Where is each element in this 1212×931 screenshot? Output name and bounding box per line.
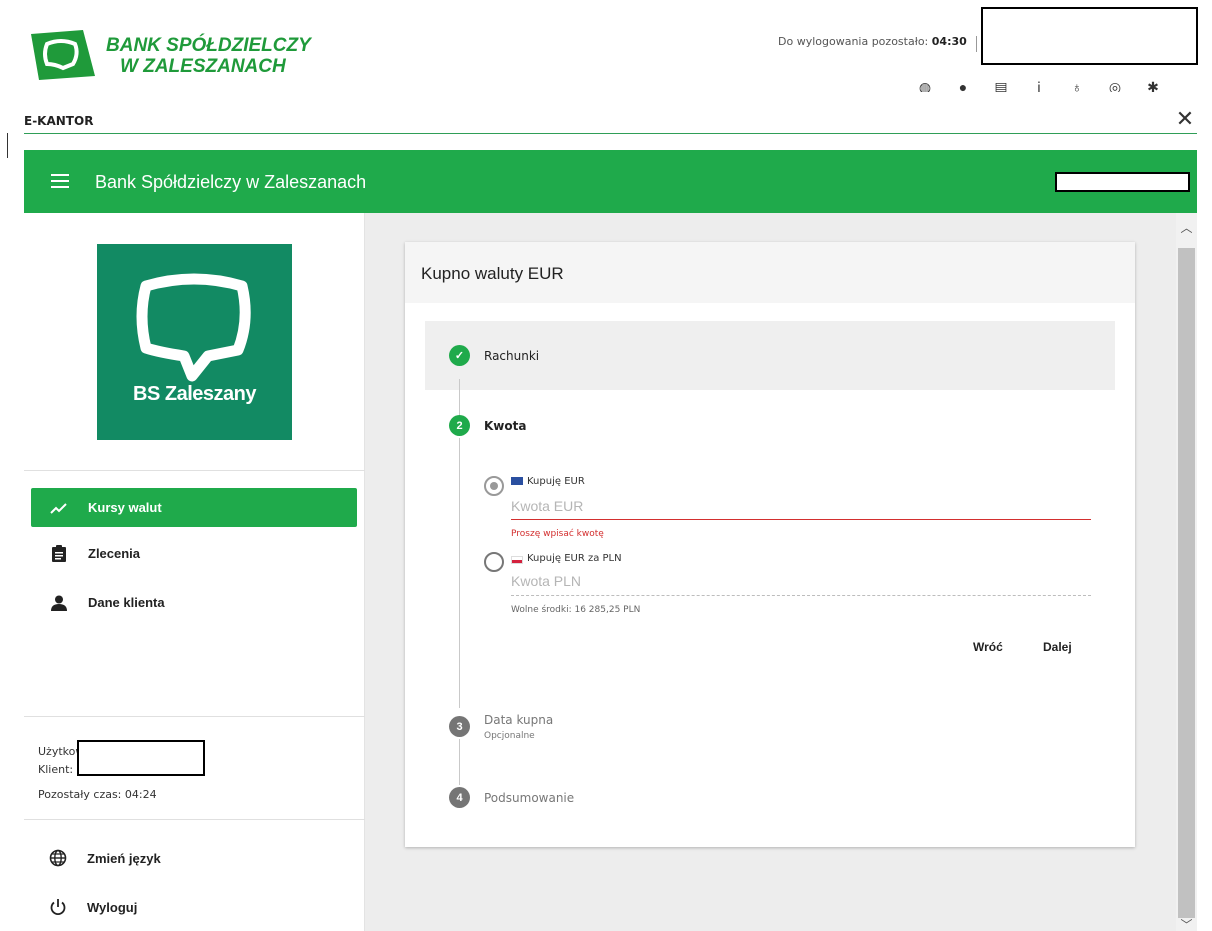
divider (24, 716, 365, 717)
help-icon[interactable]: ◎ (1108, 80, 1122, 92)
check-icon: ✓ (449, 345, 470, 366)
client-label: Klient: (38, 763, 74, 776)
globe-icon[interactable]: ◍ (918, 80, 932, 92)
pln-amount-input[interactable] (511, 569, 1091, 593)
step-number: 2 (449, 415, 470, 436)
card-header: Kupno waluty EUR (405, 242, 1135, 303)
scroll-down-icon[interactable]: ﹀ (1176, 916, 1197, 931)
eur-error-message: Proszę wpisać kwotę (511, 529, 604, 539)
bank-name-line2: W ZALESZANACH (120, 56, 286, 77)
nav-label: Zlecenia (88, 546, 141, 561)
stepper-line (459, 438, 460, 708)
divider (24, 470, 365, 471)
nav-label: Kursy walut (88, 500, 162, 515)
nav-item-kursy-walut[interactable]: Kursy walut (31, 488, 357, 527)
hamburger-menu-icon[interactable] (51, 174, 69, 188)
change-language-label: Zmień język (87, 850, 161, 866)
redacted-box (981, 7, 1198, 65)
pl-flag-icon (511, 556, 523, 564)
scroll-thumb[interactable] (1178, 248, 1195, 918)
eur-input-underline (511, 519, 1091, 520)
divider (24, 819, 365, 820)
stepper-line (459, 379, 460, 416)
scrollbar[interactable]: ︿ ﹀ (1176, 213, 1197, 931)
step-label: Podsumowanie (484, 790, 575, 805)
step-sublabel: Opcjonalne (484, 731, 535, 741)
option-pln-label: Kupuję EUR za PLN (527, 553, 622, 564)
back-button[interactable]: Wróć (973, 640, 1003, 654)
scroll-up-icon[interactable]: ︿ (1176, 219, 1197, 236)
radio-kupuje-eur[interactable] (484, 476, 504, 496)
step-number: 3 (449, 716, 470, 737)
available-funds: Wolne środki: 16 285,25 PLN (511, 605, 641, 615)
redacted-box (77, 740, 205, 776)
step-rachunki[interactable]: ✓ Rachunki (425, 321, 1115, 390)
change-language-button[interactable]: Zmień język (48, 848, 161, 868)
step-number: 4 (449, 787, 470, 808)
redaction-edge (976, 36, 980, 52)
radio-kupuje-eur-za-pln[interactable] (484, 552, 504, 572)
nav-item-dane-klienta[interactable]: Dane klienta (31, 583, 357, 622)
redacted-box (1055, 172, 1190, 192)
currency-purchase-card: Kupno waluty EUR ✓ Rachunki 2 Kwota Kupu… (405, 242, 1135, 847)
nav-item-zlecenia[interactable]: Zlecenia (31, 534, 357, 573)
eur-amount-input[interactable] (511, 494, 1091, 518)
eu-flag-icon (511, 477, 523, 485)
step-label: Data kupna (484, 712, 554, 727)
header-toolbar: ◍ ● ▤ ⅰ ♁ ◎ ✱ (910, 80, 1190, 92)
logout-label: Wyloguj (87, 899, 138, 915)
remaining-time: Pozostały czas: 04:24 (38, 788, 157, 801)
next-button[interactable]: Dalej (1043, 640, 1072, 654)
power-icon (48, 897, 68, 917)
info-icon[interactable]: ⅰ (1032, 80, 1046, 92)
bs-logo: BS Zaleszany (97, 244, 292, 440)
step-kwota[interactable]: 2 Kwota (449, 415, 526, 436)
bank-name-line1: BANK SPÓŁDZIELCZY (106, 35, 311, 56)
nav-label: Dane klienta (88, 595, 165, 610)
logout-timer: Do wylogowania pozostało: 04:30 (778, 35, 967, 48)
logout-label: Do wylogowania pozostało: (778, 35, 929, 48)
app-title: Bank Spółdzielczy w Zaleszanach (95, 172, 367, 192)
clipboard-icon (49, 544, 69, 564)
step-label: Rachunki (484, 348, 540, 363)
logout-button[interactable]: Wyloguj (48, 897, 137, 917)
globe-icon (48, 848, 68, 868)
main-content: Kupno waluty EUR ✓ Rachunki 2 Kwota Kupu… (365, 213, 1176, 931)
pln-input-underline (511, 595, 1091, 596)
bs-logo-text: BS Zaleszany (133, 383, 256, 405)
trending-up-icon (49, 498, 69, 518)
overlay-divider (24, 133, 1197, 134)
person-icon (49, 593, 69, 613)
overlay-title: E-KANTOR (24, 114, 94, 128)
bank-logo-icon (31, 30, 95, 80)
step-label: Kwota (484, 418, 527, 433)
gear-icon[interactable]: ✱ (1146, 80, 1160, 92)
sidebar: BS Zaleszany Kursy walut Zlecenia Dane k… (24, 213, 365, 931)
option-eur-label: Kupuję EUR (527, 476, 585, 487)
person-icon[interactable]: ● (956, 80, 970, 92)
stepper-line (459, 739, 460, 785)
step-podsumowanie[interactable]: 4 Podsumowanie (449, 787, 574, 808)
edge-mark (7, 133, 8, 158)
bs-logo-icon (136, 273, 251, 382)
logout-time: 04:30 (931, 35, 967, 48)
bank-name: BANK SPÓŁDZIELCZY W ZALESZANACH (106, 35, 311, 77)
close-icon[interactable]: ✕ (1174, 108, 1196, 130)
card-title: Kupno waluty EUR (421, 264, 564, 283)
key-icon[interactable]: ♁ (1070, 80, 1084, 92)
app-bar: Bank Spółdzielczy w Zaleszanach (24, 150, 1197, 213)
bank-header: BANK SPÓŁDZIELCZY W ZALESZANACH Do wylog… (0, 0, 1212, 92)
document-icon[interactable]: ▤ (994, 80, 1008, 92)
